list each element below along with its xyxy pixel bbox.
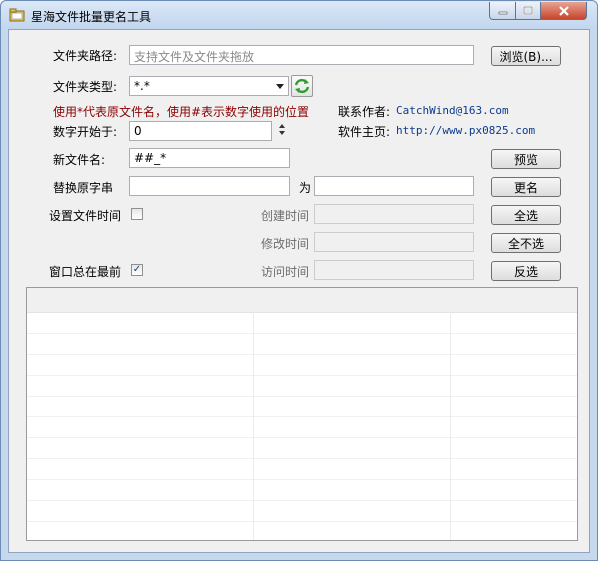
replace-from-input[interactable] <box>129 176 290 196</box>
chevron-down-icon <box>276 84 284 89</box>
client-area: 文件夹路径: 支持文件及文件夹拖放 浏览(B)... 文件夹类型: *.* 使用… <box>8 29 590 553</box>
set-time-checkbox[interactable] <box>131 208 143 220</box>
spin-down-icon[interactable] <box>279 131 285 135</box>
hint-text: 使用*代表原文件名，使用#表示数字使用的位置 <box>53 105 310 119</box>
column-divider <box>450 312 451 540</box>
homepage-label: 软件主页: <box>338 125 391 139</box>
spin-up-icon[interactable] <box>279 124 285 128</box>
browse-button[interactable]: 浏览(B)... <box>491 46 561 66</box>
new-name-label: 新文件名: <box>53 153 106 167</box>
file-type-label: 文件夹类型: <box>53 80 118 94</box>
column-divider <box>253 312 254 540</box>
file-type-select[interactable]: *.* <box>129 76 289 96</box>
app-folder-icon <box>9 8 25 22</box>
close-icon <box>558 5 569 16</box>
list-row[interactable] <box>27 334 577 355</box>
accessed-time-input <box>314 260 474 280</box>
number-start-input[interactable]: 0 <box>129 121 272 141</box>
replace-to-input[interactable] <box>314 176 474 196</box>
new-name-input[interactable]: ##_* <box>129 148 290 168</box>
refresh-icon <box>294 78 310 94</box>
refresh-button[interactable] <box>291 75 313 97</box>
list-row[interactable] <box>27 522 577 540</box>
always-on-top-checkbox[interactable]: ✓ <box>131 264 143 276</box>
homepage-link[interactable]: http://www.px0825.com <box>396 124 535 137</box>
accessed-time-label: 访问时间 <box>261 265 310 279</box>
maximize-button[interactable] <box>515 2 541 20</box>
preview-button[interactable]: 预览 <box>491 149 561 169</box>
close-button[interactable] <box>540 2 587 20</box>
folder-path-input[interactable]: 支持文件及文件夹拖放 <box>129 45 474 65</box>
main-window: 星海文件批量更名工具 文件夹路径: 支持文件及文件夹拖放 浏览(B)... 文件… <box>0 0 598 561</box>
set-time-label: 设置文件时间 <box>49 209 122 223</box>
contact-label: 联系作者: <box>338 105 391 119</box>
created-time-label: 创建时间 <box>261 209 310 223</box>
replace-label: 替换原字串 <box>53 181 114 195</box>
list-row[interactable] <box>27 459 577 481</box>
list-row[interactable] <box>27 417 577 439</box>
number-start-spinner[interactable] <box>275 121 289 141</box>
contact-link[interactable]: CatchWind@163.com <box>396 104 509 117</box>
list-row[interactable] <box>27 376 577 397</box>
maximize-icon <box>523 6 533 15</box>
list-row[interactable] <box>27 501 577 522</box>
modified-time-label: 修改时间 <box>261 237 310 251</box>
file-type-value: *.* <box>134 79 150 93</box>
select-all-button[interactable]: 全选 <box>491 205 561 225</box>
list-row[interactable] <box>27 397 577 418</box>
number-start-label: 数字开始于: <box>53 125 118 139</box>
folder-path-label: 文件夹路径: <box>53 49 118 63</box>
list-row[interactable] <box>27 480 577 502</box>
file-list[interactable] <box>26 287 578 541</box>
list-row[interactable] <box>27 355 577 376</box>
invert-selection-button[interactable]: 反选 <box>491 261 561 281</box>
modified-time-input <box>314 232 474 252</box>
replace-to-label: 为 <box>299 181 312 195</box>
title-bar[interactable]: 星海文件批量更名工具 <box>1 1 597 29</box>
rename-button[interactable]: 更名 <box>491 177 561 197</box>
select-none-button[interactable]: 全不选 <box>491 233 561 253</box>
check-mark-icon: ✓ <box>132 264 142 275</box>
always-on-top-label: 窗口总在最前 <box>49 265 122 279</box>
created-time-input <box>314 204 474 224</box>
file-list-header[interactable] <box>27 288 577 313</box>
list-row[interactable] <box>27 313 577 334</box>
list-row[interactable] <box>27 438 577 460</box>
minimize-button[interactable] <box>489 2 516 20</box>
window-title: 星海文件批量更名工具 <box>31 10 152 24</box>
minimize-icon <box>498 11 507 14</box>
